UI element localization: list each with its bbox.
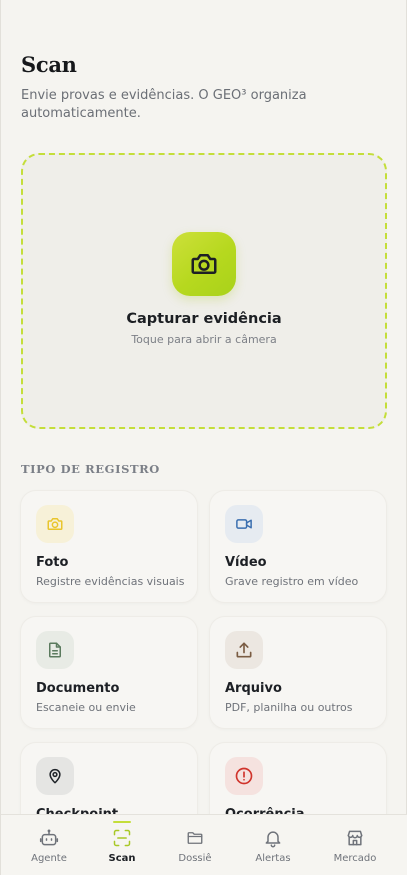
nav-item-alertas[interactable]: Alertas: [238, 815, 308, 875]
record-type-card-documento[interactable]: Documento Escaneie ou envie: [20, 616, 198, 729]
page-subtitle: Envie provas e evidências. O GEO³ organi…: [21, 88, 307, 121]
card-icon-bg: [225, 757, 263, 795]
scan-screen: Scan Envie provas e evidências. O GEO³ o…: [0, 0, 407, 875]
bell-icon: [265, 831, 281, 848]
capture-hint: Toque para abrir a câmera: [131, 333, 277, 346]
section-label: TIPO DE REGISTRO: [21, 462, 160, 476]
card-description: Escaneie ou envie: [36, 701, 136, 714]
nav-label: Mercado: [333, 853, 377, 864]
nav-item-mercado[interactable]: Mercado: [320, 815, 390, 875]
capture-camera-button[interactable]: [172, 232, 236, 296]
capture-title: Capturar evidência: [126, 311, 282, 327]
record-type-card-video[interactable]: Vídeo Grave registro em vídeo: [209, 490, 387, 603]
card-title: Documento: [36, 681, 120, 696]
map-pin-icon: [49, 768, 61, 784]
upload-icon: [236, 642, 252, 658]
nav-label: Agente: [31, 853, 67, 864]
bottom-nav: Agente Scan Dossiê Alertas Mercado: [1, 814, 407, 875]
card-icon-bg: [36, 505, 74, 543]
page-header: Scan Envie provas e evidências. O GEO³ o…: [21, 52, 391, 123]
card-title: Foto: [36, 555, 69, 570]
card-icon-bg: [36, 757, 74, 795]
camera-icon: [191, 254, 217, 274]
record-type-card-arquivo[interactable]: Arquivo PDF, planilha ou outros: [209, 616, 387, 729]
nav-item-agente[interactable]: Agente: [14, 815, 84, 875]
camera-icon: [47, 518, 63, 530]
nav-label: Dossiê: [178, 853, 212, 864]
document-icon: [49, 642, 61, 658]
card-description: Grave registro em vídeo: [225, 575, 359, 588]
scan-icon: [113, 829, 131, 847]
nav-item-scan[interactable]: Scan: [87, 815, 157, 875]
video-icon: [236, 519, 252, 529]
nav-item-dossie[interactable]: Dossiê: [160, 815, 230, 875]
folder-icon: [187, 832, 203, 844]
alert-circle-icon: [235, 767, 253, 785]
nav-label: Scan: [108, 853, 136, 864]
record-type-card-foto[interactable]: Foto Registre evidências visuais: [20, 490, 198, 603]
card-icon-bg: [225, 505, 263, 543]
page-title: Scan: [21, 52, 77, 77]
card-title: Vídeo: [225, 555, 267, 570]
card-title: Arquivo: [225, 681, 282, 696]
card-icon-bg: [225, 631, 263, 669]
nav-label: Alertas: [255, 853, 291, 864]
capture-evidence-dropzone[interactable]: Capturar evidência Toque para abrir a câ…: [21, 153, 387, 429]
store-icon: [347, 830, 363, 846]
card-icon-bg: [36, 631, 74, 669]
robot-icon: [39, 829, 59, 846]
card-description: PDF, planilha ou outros: [225, 701, 353, 714]
card-description: Registre evidências visuais: [36, 575, 185, 588]
